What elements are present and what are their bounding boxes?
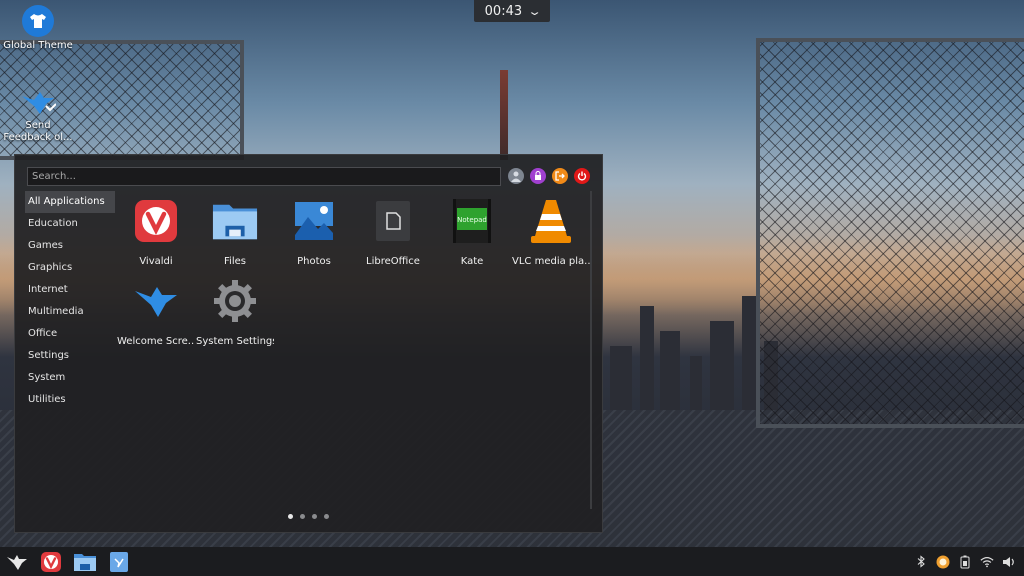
category-graphics[interactable]: Graphics	[25, 257, 115, 279]
desktop-icon-label: Send	[25, 120, 51, 131]
app-label: Files	[224, 256, 246, 267]
desktop-icon-global-theme[interactable]: Global Theme	[0, 0, 76, 52]
clock-time: 00:43	[484, 3, 523, 19]
category-settings[interactable]: Settings	[25, 345, 115, 367]
page-indicator	[288, 514, 329, 519]
tshirt-icon	[22, 5, 54, 37]
category-education[interactable]: Education	[25, 213, 115, 235]
app-welcome-screen[interactable]: Welcome Scre...	[117, 278, 195, 347]
page-dot-2[interactable]	[300, 514, 305, 519]
vivaldi-icon[interactable]	[38, 549, 63, 574]
app-libreoffice[interactable]: LibreOffice	[354, 198, 432, 267]
category-utilities[interactable]: Utilities	[25, 389, 115, 411]
page-dot-3[interactable]	[312, 514, 317, 519]
desktop-icon-label: Feedback ol...	[3, 132, 73, 143]
app-label: LibreOffice	[366, 256, 420, 267]
feedback-icon[interactable]	[106, 549, 131, 574]
clock-widget[interactable]: 00:43 ⌄	[474, 0, 550, 22]
app-label: VLC media pla...	[512, 256, 590, 267]
app-vlc[interactable]: VLC media pla...	[512, 198, 590, 267]
gear-icon	[212, 278, 258, 324]
search-input[interactable]	[27, 167, 501, 186]
launcher-bird-icon[interactable]	[4, 549, 29, 574]
tower-silhouette	[500, 70, 508, 160]
kate-icon-text: Notepad	[457, 216, 487, 224]
app-label: Welcome Scre...	[117, 336, 195, 347]
vivaldi-icon	[133, 198, 179, 244]
desktop-icon-label: Global Theme	[3, 40, 73, 51]
feedback-bird-icon	[20, 86, 57, 120]
app-label: Vivaldi	[139, 256, 173, 267]
app-label: System Settings	[196, 336, 274, 347]
category-office[interactable]: Office	[25, 323, 115, 345]
kate-notepad-icon: Notepad	[449, 198, 495, 244]
taskbar	[0, 547, 1024, 576]
lock-icon[interactable]	[530, 168, 546, 184]
city-skyline	[600, 296, 780, 416]
application-launcher: All Applications Education Games Graphic…	[14, 154, 603, 533]
logout-icon[interactable]	[552, 168, 568, 184]
photos-icon	[291, 198, 337, 244]
bluetooth-icon[interactable]	[914, 555, 928, 569]
category-multimedia[interactable]: Multimedia	[25, 301, 115, 323]
page-dot-1[interactable]	[288, 514, 293, 519]
power-icon[interactable]	[574, 168, 590, 184]
vlc-cone-icon	[528, 198, 574, 244]
files-icon	[212, 198, 258, 244]
updates-icon[interactable]	[936, 555, 950, 569]
category-list: All Applications Education Games Graphic…	[25, 191, 115, 411]
session-actions	[508, 168, 590, 184]
wifi-icon[interactable]	[980, 555, 994, 569]
category-all-applications[interactable]: All Applications	[25, 191, 115, 213]
libreoffice-icon	[370, 198, 416, 244]
welcome-bird-icon	[133, 278, 179, 324]
app-vivaldi[interactable]: Vivaldi	[117, 198, 195, 267]
app-system-settings[interactable]: System Settings	[196, 278, 274, 347]
category-games[interactable]: Games	[25, 235, 115, 257]
category-internet[interactable]: Internet	[25, 279, 115, 301]
chevron-down-icon: ⌄	[527, 4, 543, 18]
files-icon[interactable]	[72, 549, 97, 574]
app-label: Photos	[297, 256, 331, 267]
app-label: Kate	[460, 256, 484, 267]
app-kate[interactable]: Notepad Kate	[433, 198, 511, 267]
app-photos[interactable]: Photos	[275, 198, 353, 267]
volume-icon[interactable]	[1002, 555, 1016, 569]
system-tray	[914, 555, 1024, 569]
battery-icon[interactable]	[958, 555, 972, 569]
app-files[interactable]: Files	[196, 198, 274, 267]
app-grid-scrollbar[interactable]	[590, 191, 592, 509]
category-system[interactable]: System	[25, 367, 115, 389]
page-dot-4[interactable]	[324, 514, 329, 519]
desktop-icon-send-feedback[interactable]: Send Feedback ol...	[0, 86, 76, 144]
user-avatar-icon[interactable]	[508, 168, 524, 184]
